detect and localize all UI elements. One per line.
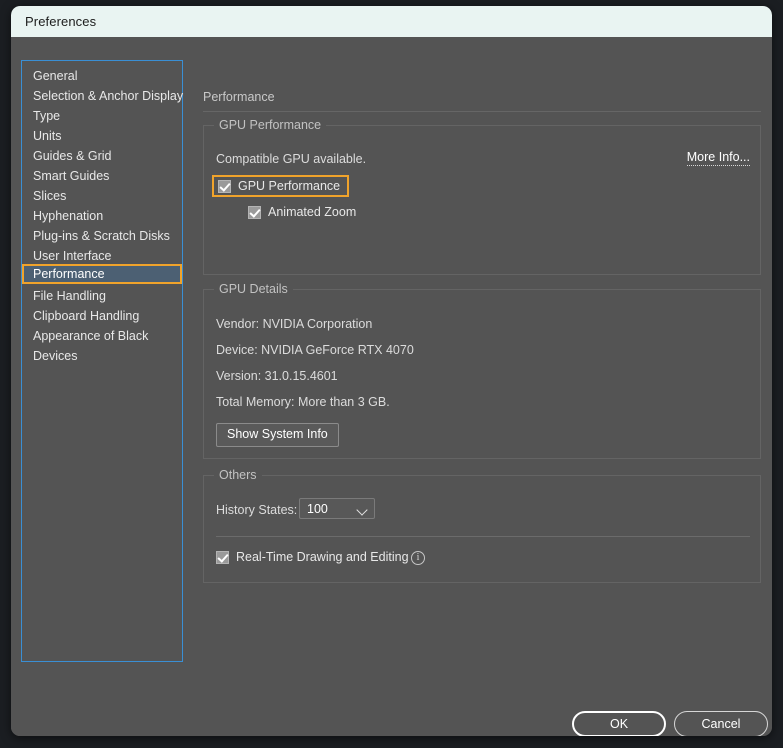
ok-button[interactable]: OK [572,711,666,736]
sidebar-item-general[interactable]: General [22,64,182,84]
sidebar-item-clipboard-handling[interactable]: Clipboard Handling [22,304,182,324]
sidebar-item-hyphenation[interactable]: Hyphenation [22,204,182,224]
gpu-details-group-legend: GPU Details [214,282,293,296]
sidebar-item-type[interactable]: Type [22,104,182,124]
others-group-legend: Others [214,468,262,482]
page-title-divider [203,111,761,112]
sidebar-item-smart-guides[interactable]: Smart Guides [22,164,182,184]
history-states-select[interactable]: 100 [299,498,375,519]
dialog-body: General Selection & Anchor Display Type … [11,37,772,736]
gpu-total-memory-text: Total Memory: More than 3 GB. [216,395,390,409]
gpu-details-group: GPU Details Vendor: NVIDIA Corporation D… [203,282,761,459]
others-group: Others History States: 100 Real-Time Dra… [203,468,761,583]
gpu-performance-checkbox-row[interactable]: GPU Performance [212,175,350,197]
gpu-performance-checkbox-label: GPU Performance [238,179,341,193]
animated-zoom-checkbox[interactable] [248,205,261,219]
animated-zoom-checkbox-row[interactable]: Animated Zoom [248,205,356,219]
gpu-version-text: Version: 31.0.15.4601 [216,369,338,383]
sidebar-item-appearance-of-black[interactable]: Appearance of Black [22,324,182,344]
gpu-status-text: Compatible GPU available. [216,152,367,166]
sidebar-item-guides-grid[interactable]: Guides & Grid [22,144,182,164]
gpu-device-text: Device: NVIDIA GeForce RTX 4070 [216,343,414,357]
preferences-window: Preferences General Selection & Anchor D… [11,6,772,736]
performance-settings-pane: Performance GPU Performance Compatible G… [195,37,761,736]
sidebar-item-plugins-scratch-disks[interactable]: Plug-ins & Scratch Disks [22,224,182,244]
realtime-drawing-checkbox-row[interactable]: Real-Time Drawing and Editing [216,550,409,564]
realtime-drawing-checkbox-label: Real-Time Drawing and Editing [236,550,409,564]
history-states-label: History States: [216,503,298,517]
preferences-category-list[interactable]: General Selection & Anchor Display Type … [21,60,183,662]
show-system-info-button[interactable]: Show System Info [216,423,339,447]
gpu-vendor-text: Vendor: NVIDIA Corporation [216,317,373,331]
others-inner-divider [216,536,750,537]
sidebar-item-slices[interactable]: Slices [22,184,182,204]
gpu-performance-group: GPU Performance Compatible GPU available… [203,118,761,275]
info-icon[interactable]: i [411,551,425,565]
animated-zoom-checkbox-label: Animated Zoom [268,205,357,219]
sidebar-item-user-interface[interactable]: User Interface [22,244,182,264]
sidebar-item-selection-anchor-display[interactable]: Selection & Anchor Display [22,84,183,104]
cancel-button[interactable]: Cancel [674,711,768,736]
window-title: Preferences [25,14,97,29]
chevron-down-icon [356,504,368,516]
more-info-link[interactable]: More Info... [686,150,750,166]
gpu-performance-checkbox[interactable] [218,179,231,193]
page-title: Performance [203,90,275,104]
window-titlebar: Preferences [11,6,772,37]
history-states-value: 100 [307,502,328,516]
sidebar-item-devices[interactable]: Devices [22,344,182,364]
sidebar-item-units[interactable]: Units [22,124,182,144]
sidebar-item-file-handling[interactable]: File Handling [22,284,182,304]
realtime-drawing-checkbox[interactable] [216,550,229,564]
gpu-performance-group-legend: GPU Performance [214,118,327,132]
sidebar-item-performance[interactable]: Performance [22,264,182,284]
